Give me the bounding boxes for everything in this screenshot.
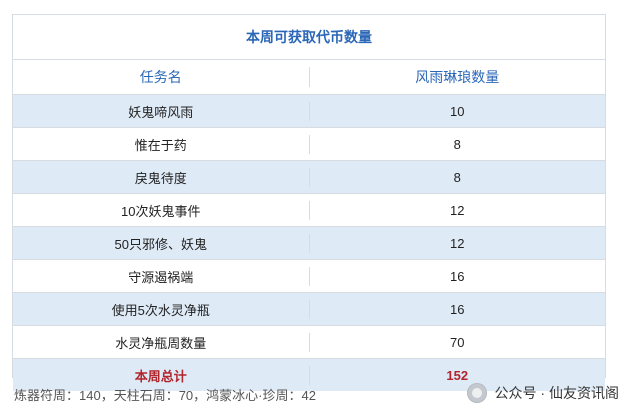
- task-cell: 守源遏祸端: [13, 266, 310, 286]
- amount-cell: 16: [450, 268, 465, 284]
- amount-cell: 12: [450, 235, 465, 251]
- task-cell: 水灵净瓶周数量: [13, 332, 310, 352]
- table-header: 任务名 风雨琳琅数量: [13, 60, 605, 95]
- total-label: 本周总计: [13, 365, 310, 385]
- watermark: 公众号 · 仙友资讯阁: [466, 383, 619, 403]
- table-row: 50只邪修、妖鬼 12: [13, 227, 605, 260]
- amount-cell: 8: [453, 169, 461, 185]
- wechat-icon: [466, 383, 487, 403]
- footnote: 炼器符周：140，天柱石周：70，鸿蒙冰心·珍周：42: [14, 388, 316, 403]
- task-cell: 惟在于药: [13, 134, 310, 154]
- table-row: 戾鬼待度 8: [13, 161, 605, 194]
- task-cell: 10次妖鬼事件: [13, 200, 310, 220]
- task-cell: 戾鬼待度: [13, 167, 310, 187]
- task-cell: 50只邪修、妖鬼: [13, 233, 310, 253]
- token-table: 本周可获取代币数量 任务名 风雨琳琅数量 妖鬼啼风雨 10 惟在于药 8 戾鬼待…: [12, 14, 606, 391]
- task-cell: 妖鬼啼风雨: [13, 101, 310, 121]
- table-row: 使用5次水灵净瓶 16: [13, 293, 605, 326]
- amount-cell: 12: [450, 202, 465, 218]
- task-cell: 使用5次水灵净瓶: [13, 299, 310, 319]
- watermark-text: 公众号 · 仙友资讯阁: [494, 385, 619, 401]
- table-row: 水灵净瓶周数量 70: [13, 326, 605, 359]
- table-row: 惟在于药 8: [13, 128, 605, 161]
- total-amount: 152: [446, 367, 469, 383]
- table-row: 10次妖鬼事件 12: [13, 194, 605, 227]
- amount-cell: 10: [450, 103, 465, 119]
- table-body: 妖鬼啼风雨 10 惟在于药 8 戾鬼待度 8 10次妖鬼事件 12 50只邪修、…: [13, 95, 605, 359]
- header-task-name: 任务名: [13, 67, 310, 87]
- header-token-amount: 风雨琳琅数量: [415, 69, 500, 85]
- table-row: 守源遏祸端 16: [13, 260, 605, 293]
- amount-cell: 70: [450, 334, 465, 350]
- amount-cell: 16: [450, 301, 465, 317]
- table-title: 本周可获取代币数量: [13, 15, 605, 60]
- amount-cell: 8: [453, 136, 461, 152]
- table-row: 妖鬼啼风雨 10: [13, 95, 605, 128]
